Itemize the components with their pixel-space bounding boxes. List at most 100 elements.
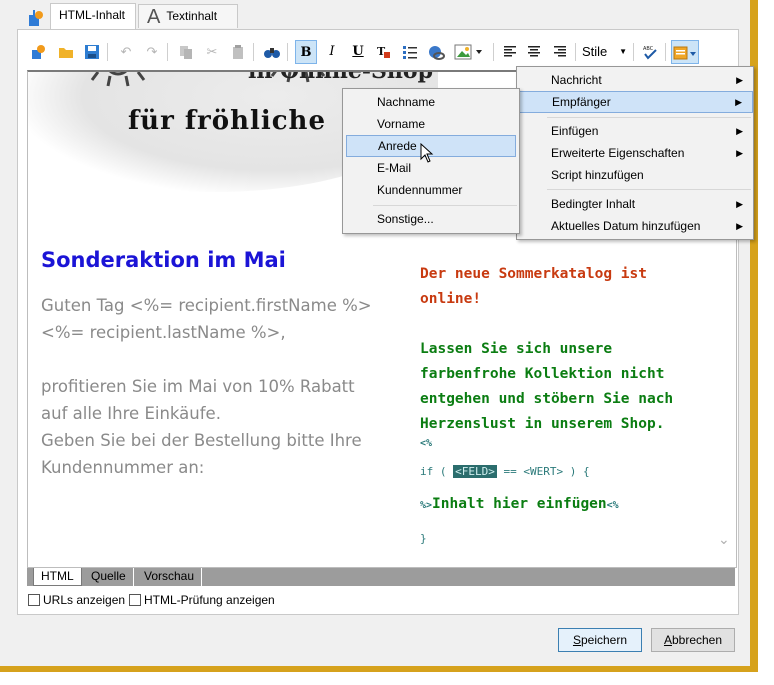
submenu-arrow-icon: ▶ xyxy=(736,148,743,158)
body-line: Geben Sie bei der Bestellung bitte Ihre xyxy=(41,431,362,450)
code-if-suffix: ) { xyxy=(563,465,590,478)
editor-toolbar: ↶ ↷ ✂ B I U T Stile ▼ ABC xyxy=(27,40,737,66)
menu-item-erweiterte-eigenschaften[interactable]: Erweiterte Eigenschaften ▶ xyxy=(517,142,753,164)
show-urls-label: URLs anzeigen xyxy=(43,593,126,607)
submenu-arrow-icon: ▶ xyxy=(735,97,742,107)
value-placeholder[interactable]: <WERT> xyxy=(523,465,563,478)
show-urls-checkbox[interactable]: URLs anzeigen xyxy=(28,593,125,607)
italic-button[interactable]: I xyxy=(321,40,343,64)
find-button[interactable] xyxy=(261,40,283,64)
submenu-item-kundennummer[interactable]: Kundennummer xyxy=(343,179,519,201)
submenu-item-sonstige[interactable]: Sonstige... xyxy=(343,208,519,230)
green-line: farbenfrohe Kollektion nicht xyxy=(420,366,665,382)
toolbar-separator xyxy=(493,43,494,61)
menu-item-nachricht[interactable]: Nachricht ▶ xyxy=(517,69,753,91)
new-document-icon xyxy=(32,45,45,59)
align-right-button[interactable] xyxy=(549,40,571,64)
checkbox-box[interactable] xyxy=(129,594,141,606)
menu-item-label: Nachricht xyxy=(551,73,602,87)
script-open-tag: <% xyxy=(420,438,433,449)
paste-icon xyxy=(233,45,243,59)
bullet-list-icon xyxy=(403,46,417,59)
personalization-icon xyxy=(673,46,696,60)
tab-textinhalt[interactable]: A Textinhalt xyxy=(138,4,238,28)
submenu-arrow-icon: ▶ xyxy=(736,199,743,209)
save-disk-icon xyxy=(85,45,99,59)
insert-link-button[interactable] xyxy=(425,40,447,64)
underline-button[interactable]: U xyxy=(347,40,369,64)
headline: Sonderaktion im Mai xyxy=(41,248,286,272)
submenu-item-label: Nachname xyxy=(377,95,436,109)
svg-text:ABC: ABC xyxy=(643,46,654,52)
menu-item-label: Aktuelles Datum hinzufügen xyxy=(551,219,701,233)
paste-button[interactable] xyxy=(227,40,249,64)
app-icon xyxy=(28,8,46,26)
tab-html[interactable]: HTML xyxy=(33,568,82,586)
editor-view-tabs: HTML Quelle Vorschau xyxy=(27,568,735,586)
bold-button[interactable]: B xyxy=(295,40,317,64)
text-content-icon: A xyxy=(147,5,161,28)
personalization-menu: Nachricht ▶ Empfänger ▶ Einfügen ▶ Erweiter… xyxy=(516,66,754,240)
body-text: Guten Tag <%= recipient.firstName %> <%=… xyxy=(41,292,401,481)
save-toolbar-button[interactable] xyxy=(81,40,103,64)
sun-decoration-icon xyxy=(90,72,146,87)
redo-button[interactable]: ↷ xyxy=(141,40,163,64)
align-left-icon xyxy=(504,46,516,57)
cut-button[interactable]: ✂ xyxy=(201,40,223,64)
styles-dropdown-label: Stile xyxy=(582,44,608,59)
spellcheck-button[interactable]: ABC xyxy=(639,40,661,64)
scroll-down-icon[interactable]: ⌄ xyxy=(718,531,730,548)
mouse-cursor-icon xyxy=(420,143,434,163)
field-placeholder[interactable]: <FELD> xyxy=(453,465,497,478)
menu-item-bedingter-inhalt[interactable]: Bedingter Inhalt ▶ xyxy=(517,193,753,215)
body-line: Guten Tag <%= recipient.firstName %> xyxy=(41,296,372,315)
text-color-button[interactable]: T xyxy=(373,40,395,64)
submenu-item-nachname[interactable]: Nachname xyxy=(343,91,519,113)
align-center-icon xyxy=(528,46,540,57)
tab-quelle[interactable]: Quelle xyxy=(84,568,134,586)
code-if-mid: == xyxy=(496,465,524,478)
list-button[interactable] xyxy=(399,40,421,64)
tab-html-inhalt[interactable]: HTML-Inhalt xyxy=(50,3,136,29)
code-close-brace: } xyxy=(420,532,427,545)
menu-item-einfuegen[interactable]: Einfügen ▶ xyxy=(517,120,753,142)
html-check-label: HTML-Prüfung anzeigen xyxy=(144,593,275,607)
right-column: Der neue Sommerkatalog ist online! Lasse… xyxy=(420,262,720,545)
link-globe-icon xyxy=(429,46,445,60)
menu-item-script-hinzufuegen[interactable]: Script hinzufügen xyxy=(517,164,753,186)
tab-vorschau[interactable]: Vorschau xyxy=(137,568,203,586)
window-border-bottom xyxy=(0,666,758,672)
open-folder-button[interactable] xyxy=(55,40,77,64)
align-center-button[interactable] xyxy=(523,40,545,64)
catalog-announcement: Der neue Sommerkatalog ist online! xyxy=(420,262,720,312)
personalization-dropdown-button[interactable] xyxy=(671,40,699,64)
submenu-arrow-icon: ▶ xyxy=(736,126,743,136)
green-line: Lassen Sie sich unsere xyxy=(420,341,613,357)
insert-content-text: Inhalt hier einfügen xyxy=(432,496,607,512)
insert-close-tag: <% xyxy=(606,500,619,511)
scissors-icon: ✂ xyxy=(206,44,218,59)
checkbox-box[interactable] xyxy=(28,594,40,606)
align-left-button[interactable] xyxy=(499,40,521,64)
styles-dropdown[interactable]: Stile ▼ xyxy=(579,40,631,64)
toolbar-separator xyxy=(633,43,634,61)
cancel-button[interactable]: Abbrechen xyxy=(651,628,735,652)
toolbar-separator xyxy=(575,43,576,61)
copy-button[interactable] xyxy=(175,40,197,64)
toolbar-separator xyxy=(107,43,108,61)
new-document-button[interactable] xyxy=(27,40,49,64)
folder-icon xyxy=(59,48,73,58)
insert-image-dropdown[interactable] xyxy=(451,40,487,64)
chevron-down-icon: ▼ xyxy=(619,47,627,56)
menu-item-aktuelles-datum[interactable]: Aktuelles Datum hinzufügen ▶ xyxy=(517,215,753,237)
green-line: Herzenslust in unserem Shop. xyxy=(420,416,665,432)
html-check-checkbox[interactable]: HTML-Prüfung anzeigen xyxy=(129,593,275,607)
menu-item-empfaenger[interactable]: Empfänger ▶ xyxy=(517,91,753,113)
undo-button[interactable]: ↶ xyxy=(115,40,137,64)
spellcheck-icon: ABC xyxy=(643,46,657,60)
tab-html-inhalt-label: HTML-Inhalt xyxy=(59,8,126,22)
save-button[interactable]: Speichern xyxy=(558,628,642,652)
submenu-item-vorname[interactable]: Vorname xyxy=(343,113,519,135)
submenu-item-label: Kundennummer xyxy=(377,183,463,197)
redo-icon: ↷ xyxy=(146,44,158,59)
